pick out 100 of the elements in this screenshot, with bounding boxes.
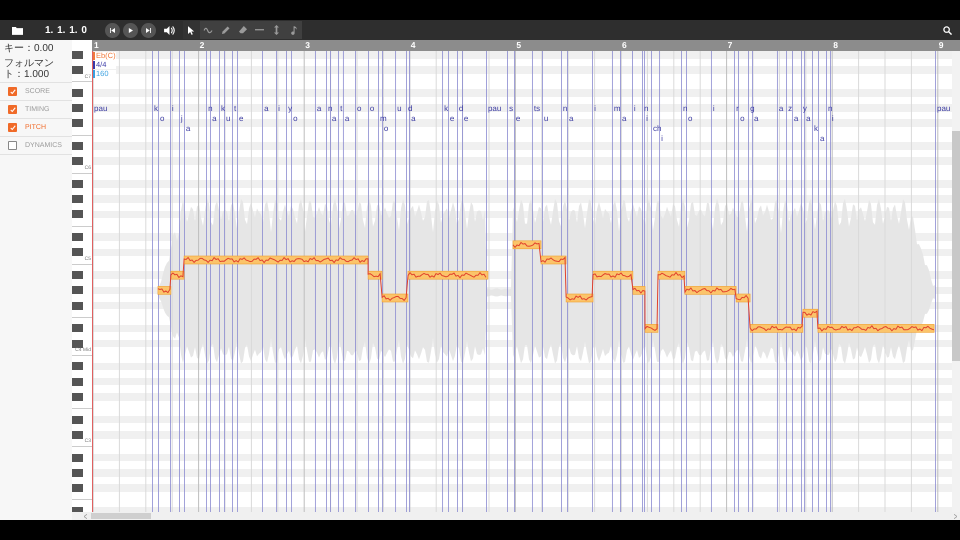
checkbox[interactable] xyxy=(8,123,17,132)
phoneme-label[interactable]: pau xyxy=(94,104,108,113)
phoneme-label[interactable]: k xyxy=(154,104,158,113)
phoneme-label[interactable]: d xyxy=(458,104,464,113)
previous-button[interactable] xyxy=(105,22,120,38)
measure-number: 8 xyxy=(833,40,838,51)
phoneme-label[interactable]: i xyxy=(594,104,596,113)
piano-key[interactable] xyxy=(72,302,83,310)
phoneme-label[interactable]: a xyxy=(806,114,811,123)
speaker-icon[interactable] xyxy=(164,26,175,34)
phoneme-label[interactable]: a xyxy=(411,114,416,123)
phoneme-label[interactable]: a xyxy=(622,114,626,123)
piano-key[interactable] xyxy=(72,157,83,166)
phoneme-label[interactable]: n xyxy=(328,104,332,113)
piano-key[interactable] xyxy=(72,119,83,128)
horizontal-scrollbar[interactable] xyxy=(72,512,960,520)
phoneme-label[interactable]: pau xyxy=(488,104,502,113)
phoneme-label[interactable]: n xyxy=(828,104,832,113)
phoneme-label[interactable]: k xyxy=(444,104,448,113)
phoneme-label[interactable]: a xyxy=(344,114,350,123)
phoneme-label[interactable]: pau xyxy=(937,104,950,113)
phoneme-label[interactable]: o xyxy=(357,104,362,113)
search-icon[interactable] xyxy=(943,26,952,34)
phoneme-label[interactable]: o xyxy=(370,104,374,113)
phoneme-label[interactable]: a xyxy=(794,114,798,123)
piano-key[interactable] xyxy=(72,454,83,462)
pitch-curve[interactable] xyxy=(157,242,934,332)
phoneme-label[interactable]: s xyxy=(509,104,514,113)
phoneme-label[interactable]: u xyxy=(397,104,402,113)
checkbox[interactable] xyxy=(8,141,17,150)
phoneme-label[interactable]: e xyxy=(516,114,520,123)
phoneme-label[interactable]: u xyxy=(226,114,230,123)
phoneme-label[interactable]: i xyxy=(712,104,715,113)
phoneme-label[interactable]: g xyxy=(750,104,755,113)
piano-key[interactable] xyxy=(72,88,83,97)
play-button[interactable] xyxy=(123,22,138,38)
piano-key[interactable] xyxy=(72,340,83,348)
phoneme-label[interactable]: a xyxy=(264,104,269,113)
piano-key[interactable] xyxy=(72,271,83,280)
phoneme-label[interactable]: i xyxy=(832,114,834,123)
phoneme-label[interactable]: m xyxy=(614,104,621,113)
phoneme-label[interactable]: o xyxy=(384,124,388,133)
phoneme-label[interactable]: z xyxy=(788,104,792,113)
phoneme-label[interactable]: n xyxy=(683,104,688,113)
phoneme-label[interactable]: o xyxy=(160,114,164,123)
checkbox[interactable] xyxy=(8,87,17,96)
phoneme-label[interactable]: t xyxy=(340,104,342,113)
piano-key[interactable] xyxy=(72,233,83,242)
piano-key[interactable] xyxy=(72,195,83,204)
phoneme-label[interactable]: u xyxy=(544,114,548,123)
phoneme-label[interactable]: o xyxy=(293,114,298,123)
piano-key[interactable] xyxy=(72,286,83,294)
checkbox[interactable] xyxy=(8,105,17,114)
phoneme-label[interactable]: a xyxy=(212,114,217,123)
phoneme-label[interactable]: d xyxy=(408,104,412,113)
next-button[interactable] xyxy=(141,22,156,38)
phoneme-label[interactable]: a xyxy=(568,114,574,123)
phoneme-label[interactable]: a xyxy=(778,104,784,113)
phoneme-label[interactable]: o xyxy=(688,114,692,123)
phoneme-label[interactable]: i xyxy=(278,104,280,113)
skip-forward-icon xyxy=(146,28,151,32)
phoneme-label[interactable]: r xyxy=(736,104,739,113)
piano-key[interactable] xyxy=(72,362,83,370)
pointer-tool-button[interactable] xyxy=(183,21,200,39)
phoneme-label[interactable]: i xyxy=(646,114,648,123)
phoneme-label[interactable]: m xyxy=(380,114,387,123)
piano-key[interactable] xyxy=(72,324,83,332)
phoneme-label[interactable]: n xyxy=(208,104,213,113)
phoneme-label[interactable]: a xyxy=(332,114,336,123)
phoneme-label[interactable]: e xyxy=(450,114,454,123)
piano-key[interactable] xyxy=(72,392,83,401)
phoneme-label[interactable]: a xyxy=(820,134,824,143)
phoneme-label[interactable]: k xyxy=(221,104,226,113)
phoneme-label[interactable]: a xyxy=(316,104,322,113)
phoneme-label[interactable]: i xyxy=(634,104,636,113)
piano-key[interactable] xyxy=(72,416,83,424)
piano-key[interactable] xyxy=(72,378,83,386)
phoneme-label[interactable]: e xyxy=(464,114,468,123)
playback-position: 1. 1. 1. 0 xyxy=(45,24,88,36)
phoneme-label[interactable]: o xyxy=(740,114,745,123)
piano-key[interactable] xyxy=(72,248,83,256)
phoneme-label[interactable]: k xyxy=(814,124,818,133)
phoneme-label[interactable]: a xyxy=(186,124,190,133)
phoneme-label[interactable]: n xyxy=(562,104,568,113)
phoneme-label[interactable]: n xyxy=(644,104,648,113)
phoneme-label[interactable]: i xyxy=(172,104,174,113)
phoneme-label[interactable]: e xyxy=(238,114,244,123)
phoneme-label[interactable]: ts xyxy=(534,104,540,113)
piano-key[interactable] xyxy=(72,468,83,477)
measure-number: 6 xyxy=(622,40,627,51)
folder-icon[interactable] xyxy=(12,26,23,34)
phoneme-label[interactable]: t xyxy=(234,104,236,113)
phoneme-label[interactable]: i xyxy=(661,134,663,143)
pencil-icon xyxy=(222,26,230,34)
piano-key[interactable] xyxy=(72,430,83,439)
piano-key[interactable] xyxy=(72,210,83,218)
phoneme-label[interactable]: a xyxy=(754,114,758,123)
phoneme-label[interactable]: y xyxy=(802,104,807,113)
measure-number: 9 xyxy=(938,40,944,51)
phoneme-label[interactable]: j xyxy=(180,114,183,123)
